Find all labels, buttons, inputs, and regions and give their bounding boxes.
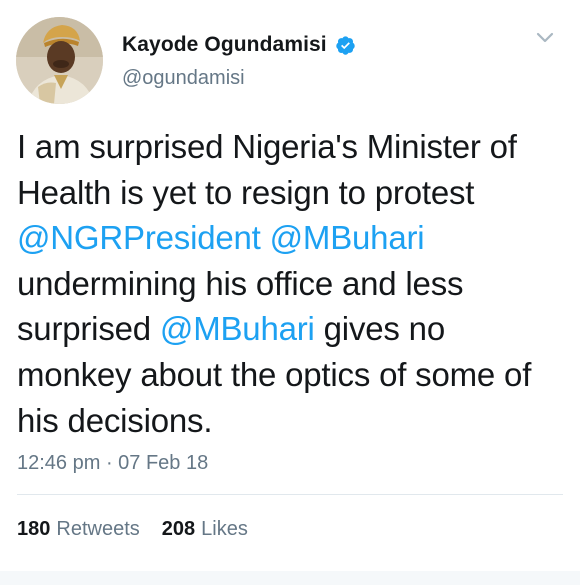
mention-link[interactable]: @MBuhari bbox=[270, 219, 425, 256]
retweets-label: Retweets bbox=[56, 518, 140, 540]
likes-label: Likes bbox=[201, 518, 248, 540]
retweets-count: 180 bbox=[17, 518, 51, 540]
divider bbox=[17, 494, 563, 495]
mention-link[interactable]: @MBuhari bbox=[160, 310, 315, 347]
author-handle[interactable]: @ogundamisi bbox=[122, 67, 245, 90]
chevron-down-icon[interactable] bbox=[534, 30, 556, 46]
engagement-stats: 180 Retweets 208 Likes bbox=[17, 518, 248, 541]
tweet-text-segment: I am surprised Nigeria's Minister of Hea… bbox=[17, 128, 517, 211]
bottom-strip bbox=[0, 571, 580, 585]
author-name[interactable]: Kayode Ogundamisi bbox=[122, 33, 327, 57]
tweet-card: Kayode Ogundamisi @ogundamisi I am surpr… bbox=[0, 0, 580, 585]
profile-photo bbox=[16, 17, 103, 104]
tweet-text-segment bbox=[261, 219, 270, 256]
likes-count: 208 bbox=[161, 518, 196, 540]
likes-stat[interactable]: 208 Likes bbox=[162, 518, 248, 541]
tweet-text: I am surprised Nigeria's Minister of Hea… bbox=[17, 124, 567, 443]
mention-link[interactable]: @NGRPresident bbox=[17, 219, 261, 256]
verified-badge-icon bbox=[335, 35, 356, 56]
author-avatar[interactable] bbox=[16, 17, 103, 104]
retweets-stat[interactable]: 180 Retweets bbox=[17, 518, 140, 541]
author-name-row[interactable]: Kayode Ogundamisi bbox=[122, 30, 356, 60]
tweet-timestamp[interactable]: 12:46 pm · 07 Feb 18 bbox=[17, 452, 208, 475]
